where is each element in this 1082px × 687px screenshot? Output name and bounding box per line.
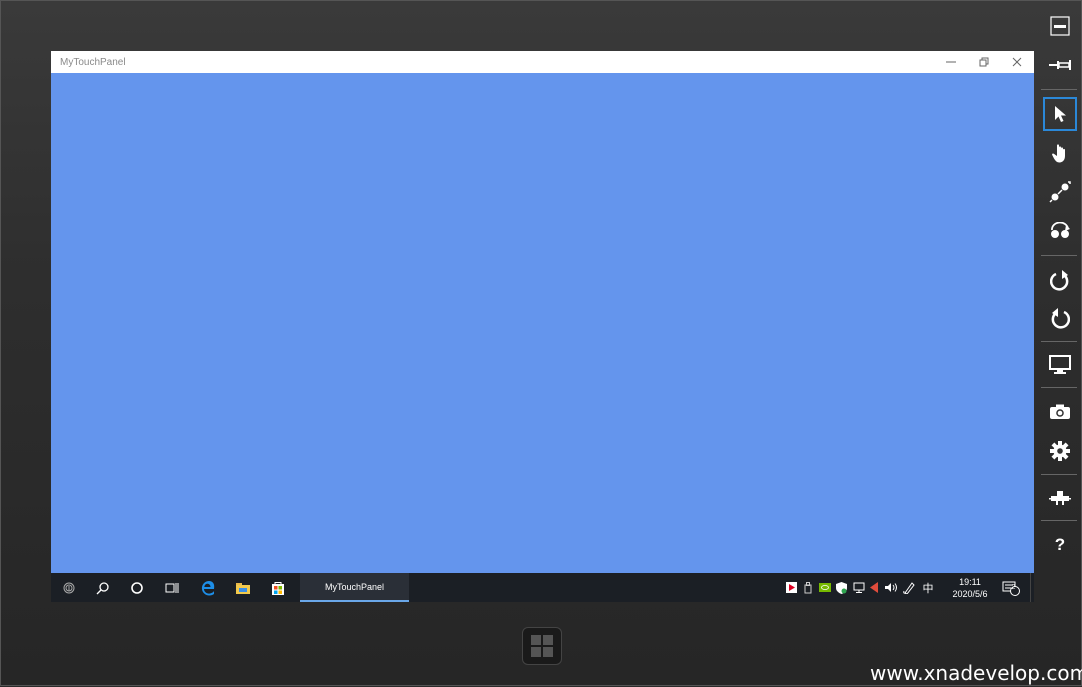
- tray-app-icon[interactable]: [784, 582, 799, 593]
- app-titlebar[interactable]: MyTouchPanel: [51, 51, 1034, 73]
- help-icon: ?: [1054, 535, 1066, 554]
- ime-indicator[interactable]: 中: [918, 580, 938, 596]
- toolbar-divider: [1041, 89, 1077, 90]
- network-plug-icon: [1049, 491, 1071, 505]
- task-view-icon[interactable]: [155, 573, 189, 602]
- clock-time: 19:11: [959, 577, 981, 587]
- simulator-pin-button[interactable]: [1043, 48, 1077, 82]
- alert-icon[interactable]: [867, 582, 882, 593]
- simulator-minimize-button[interactable]: [1043, 9, 1077, 43]
- toolbar-divider: [1041, 474, 1077, 475]
- taskbar-app-mytouchpanel[interactable]: MyTouchPanel: [300, 573, 409, 602]
- volume-icon[interactable]: [882, 582, 900, 593]
- search-icon[interactable]: [86, 573, 120, 602]
- rotate-clockwise-icon: [1050, 270, 1069, 291]
- simulator-rotate-counterclockwise-button[interactable]: [1043, 301, 1077, 335]
- taskbar-app-label: MyTouchPanel: [324, 581, 385, 592]
- simulator-rotate-touch-button[interactable]: [1043, 214, 1077, 248]
- simulator-screenshot-button[interactable]: [1043, 395, 1077, 429]
- windows-home-button[interactable]: [522, 627, 562, 665]
- usb-icon[interactable]: [799, 581, 816, 594]
- restore-icon: [979, 57, 989, 67]
- minimize-icon: [946, 61, 956, 63]
- pinch-zoom-icon: [1049, 181, 1071, 203]
- watermark-text: www.xnadevelop.com: [870, 661, 1082, 685]
- toolbar-divider: [1041, 520, 1077, 521]
- app-window[interactable]: MyTouchPanel: [51, 51, 1034, 573]
- toolbar-divider: [1041, 387, 1077, 388]
- cortana-icon[interactable]: [120, 573, 154, 602]
- notification-count: 2: [1011, 584, 1016, 591]
- simulator-resolution-button[interactable]: [1043, 348, 1077, 382]
- taskbar: MyTouchPanel 中 19:11 2020/5/6 2: [51, 573, 1034, 602]
- window-minimize-button[interactable]: [934, 51, 968, 73]
- file-explorer-icon[interactable]: [226, 573, 260, 602]
- window-close-button[interactable]: [1000, 51, 1034, 73]
- show-desktop-strip[interactable]: [1030, 573, 1034, 602]
- rotation-gesture-icon: [1051, 222, 1070, 238]
- edge-icon[interactable]: [191, 573, 225, 602]
- fingerprint-icon[interactable]: [52, 573, 86, 602]
- window-restore-button[interactable]: [967, 51, 1001, 73]
- close-icon: [1012, 57, 1022, 67]
- minimize-icon: [1050, 16, 1070, 36]
- action-center-button[interactable]: 2: [996, 573, 1026, 602]
- store-icon[interactable]: [261, 573, 295, 602]
- camera-icon: [1050, 404, 1070, 419]
- simulator-mouse-mode-button[interactable]: [1043, 97, 1077, 131]
- clock-date: 2020/5/6: [952, 589, 988, 599]
- simulator-touch-mode-button[interactable]: [1043, 136, 1077, 170]
- simulator-screen: MyTouchPanel MyTouchPanel 中 19:11 2020/5…: [51, 51, 1034, 602]
- security-shield-icon[interactable]: [833, 581, 850, 594]
- simulator-pinch-zoom-button[interactable]: [1043, 175, 1077, 209]
- rotate-counterclockwise-icon: [1051, 308, 1070, 329]
- simulator-rotate-clockwise-button[interactable]: [1043, 263, 1077, 297]
- toolbar-divider: [1041, 255, 1077, 256]
- hand-touch-icon: [1052, 144, 1065, 163]
- monitor-icon: [1049, 355, 1071, 374]
- simulator-toolbar: ?: [1041, 1, 1082, 687]
- simulator-network-button[interactable]: [1043, 481, 1077, 515]
- mouse-pointer-icon: [1055, 106, 1066, 122]
- simulator-settings-button[interactable]: [1043, 434, 1077, 468]
- app-title: MyTouchPanel: [60, 57, 126, 68]
- taskbar-clock[interactable]: 19:11 2020/5/6: [944, 576, 996, 600]
- app-canvas[interactable]: [51, 73, 1034, 573]
- gear-icon: [1050, 441, 1070, 461]
- windows-logo-icon: [531, 635, 553, 657]
- network-icon[interactable]: [850, 582, 867, 593]
- simulator-device-frame: MyTouchPanel MyTouchPanel 中 19:11 2020/5…: [0, 0, 1082, 686]
- simulator-help-button[interactable]: ?: [1043, 528, 1077, 562]
- toolbar-divider: [1041, 341, 1077, 342]
- pin-icon: [1049, 60, 1071, 70]
- pen-icon[interactable]: [900, 581, 918, 594]
- nvidia-icon[interactable]: [816, 583, 833, 592]
- system-tray: 中: [784, 573, 938, 602]
